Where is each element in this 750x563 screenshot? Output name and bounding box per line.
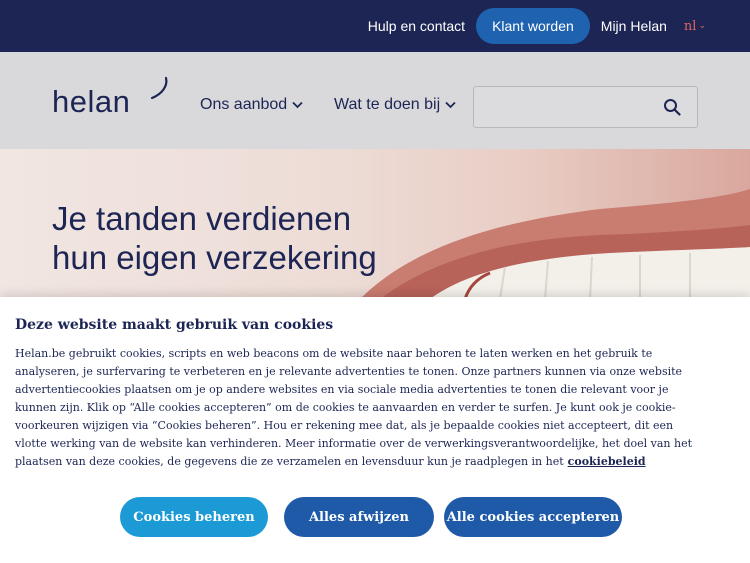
manage-cookies-button[interactable]: Cookies beheren (120, 497, 268, 537)
cookie-banner-title: Deze website maakt gebruik van cookies (15, 317, 334, 333)
cookie-consent-banner: Deze website maakt gebruik van cookies H… (0, 297, 750, 563)
help-contact-link[interactable]: Hulp en contact (368, 18, 465, 34)
become-customer-button[interactable]: Klant worden (476, 8, 590, 44)
cookie-button-row: Cookies beheren Alles afwijzen Alle cook… (0, 497, 750, 537)
cookie-policy-link[interactable]: cookiebeleid (568, 455, 646, 468)
chevron-down-icon: ⌄ (698, 21, 706, 31)
helan-logo[interactable]: helan (52, 76, 168, 124)
top-utility-bar: Hulp en contact Klant worden Mijn Helan … (0, 0, 750, 52)
accept-all-cookies-button[interactable]: Alle cookies accepteren (444, 497, 622, 537)
main-header: helan Ons aanbod Wat te doen bij (0, 52, 750, 149)
cookie-banner-text: Helan.be gebruikt cookies, scripts en we… (15, 345, 705, 471)
language-label: nl (683, 18, 697, 34)
nav-label: Ons aanbod (200, 96, 288, 113)
logo-swoosh-icon (150, 76, 168, 100)
nav-ons-aanbod[interactable]: Ons aanbod (200, 96, 303, 114)
hero-title: Je tanden verdienen hun eigen verzekerin… (52, 200, 377, 276)
reject-all-button[interactable]: Alles afwijzen (284, 497, 434, 537)
logo-wordmark: helan (52, 84, 131, 119)
nav-label: Wat te doen bij (334, 96, 441, 113)
language-selector[interactable]: nl ⌄ (684, 19, 706, 34)
cookie-banner-body: Helan.be gebruikt cookies, scripts en we… (15, 347, 693, 468)
chevron-down-icon (445, 101, 456, 109)
nav-wat-te-doen-bij[interactable]: Wat te doen bij (334, 96, 456, 114)
search-icon[interactable] (663, 98, 681, 116)
search-box (473, 86, 698, 128)
chevron-down-icon (292, 101, 303, 109)
hero-banner: Je tanden verdienen hun eigen verzekerin… (0, 149, 750, 299)
my-helan-link[interactable]: Mijn Helan (601, 18, 667, 34)
search-input[interactable] (474, 87, 654, 127)
